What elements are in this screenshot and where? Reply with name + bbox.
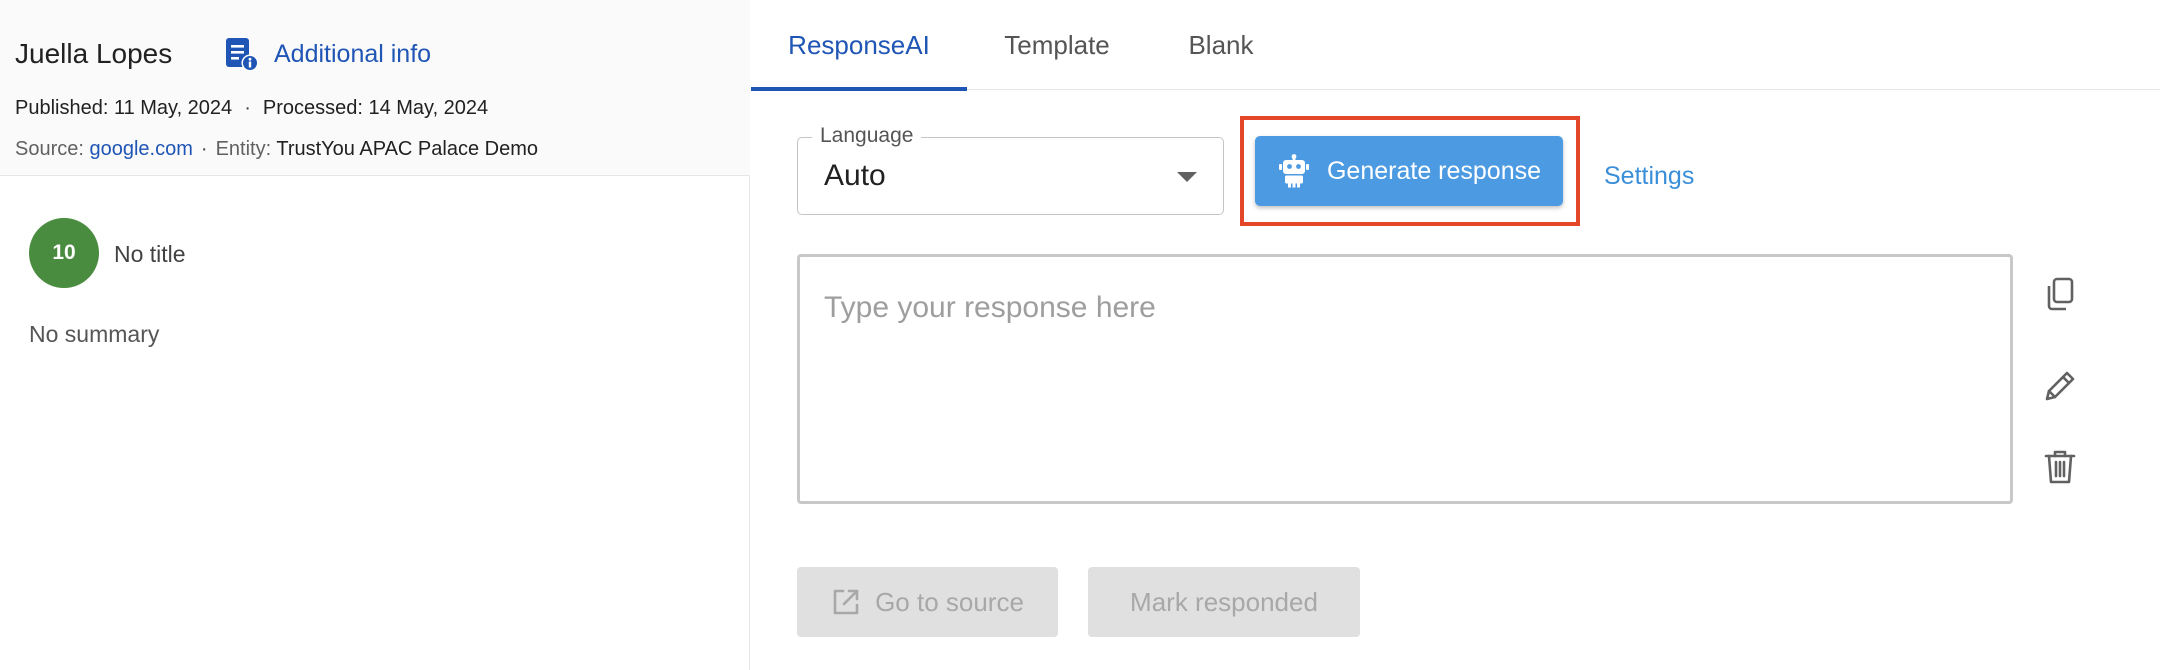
review-source-entity: Source: google.com · Entity: TrustYou APAC… <box>15 135 538 163</box>
additional-info-link[interactable]: Additional info <box>222 34 431 74</box>
meta-separator: · <box>200 138 208 160</box>
review-response-view: Juella Lopes Additional info Published: … <box>0 0 2160 670</box>
settings-link[interactable]: Settings <box>1604 160 1694 192</box>
published-date: Published: 11 May, 2024 <box>15 97 233 119</box>
response-box <box>797 254 2013 504</box>
language-select[interactable]: Language Auto <box>797 124 1224 215</box>
language-legend: Language <box>812 124 922 148</box>
external-link-icon <box>833 589 859 615</box>
review-dates: Published: 11 May, 2024 · Processed: 14 Ma… <box>15 94 488 122</box>
robot-icon <box>1278 154 1309 188</box>
tab-blank[interactable]: Blank <box>1147 0 1295 90</box>
generate-response-button[interactable]: Generate response <box>1255 136 1563 206</box>
go-to-source-button[interactable]: Go to source <box>797 567 1058 637</box>
source-label: Source: <box>15 138 84 160</box>
copy-icon <box>2047 277 2074 311</box>
generate-response-label: Generate response <box>1326 156 1542 185</box>
caret-down-icon <box>1177 172 1197 182</box>
mark-responded-button[interactable]: Mark responded <box>1088 567 1360 637</box>
meta-separator: · <box>244 97 251 119</box>
response-tabs: ResponseAI Template Blank <box>751 0 2160 91</box>
review-panel: Juella Lopes Additional info Published: … <box>0 0 750 670</box>
review-title: No title <box>114 241 186 267</box>
mark-responded-label: Mark responded <box>1130 586 1318 617</box>
review-summary: No summary <box>29 321 160 347</box>
additional-info-label: Additional info <box>274 39 432 68</box>
language-value: Auto <box>824 159 886 192</box>
document-info-icon <box>226 38 259 72</box>
review-header: Juella Lopes Additional info Published: … <box>0 0 750 176</box>
review-score-badge: 10 <box>29 218 99 288</box>
entity-label: Entity: <box>215 138 272 160</box>
copy-button[interactable] <box>2040 274 2080 314</box>
tab-template[interactable]: Template <box>967 0 1147 90</box>
edit-button[interactable] <box>2040 366 2080 406</box>
source-link[interactable]: google.com <box>90 138 193 160</box>
entity-value: TrustYou APAC Palace Demo <box>276 138 538 160</box>
pencil-icon <box>2045 371 2075 401</box>
processed-date: Processed: 14 May, 2024 <box>262 97 489 119</box>
tab-responseai[interactable]: ResponseAI <box>751 0 967 91</box>
go-to-source-label: Go to source <box>875 586 1024 617</box>
review-author: Juella Lopes <box>15 38 173 69</box>
response-textarea[interactable] <box>800 257 2010 501</box>
trash-icon <box>2044 450 2076 484</box>
delete-button[interactable] <box>2040 447 2080 487</box>
